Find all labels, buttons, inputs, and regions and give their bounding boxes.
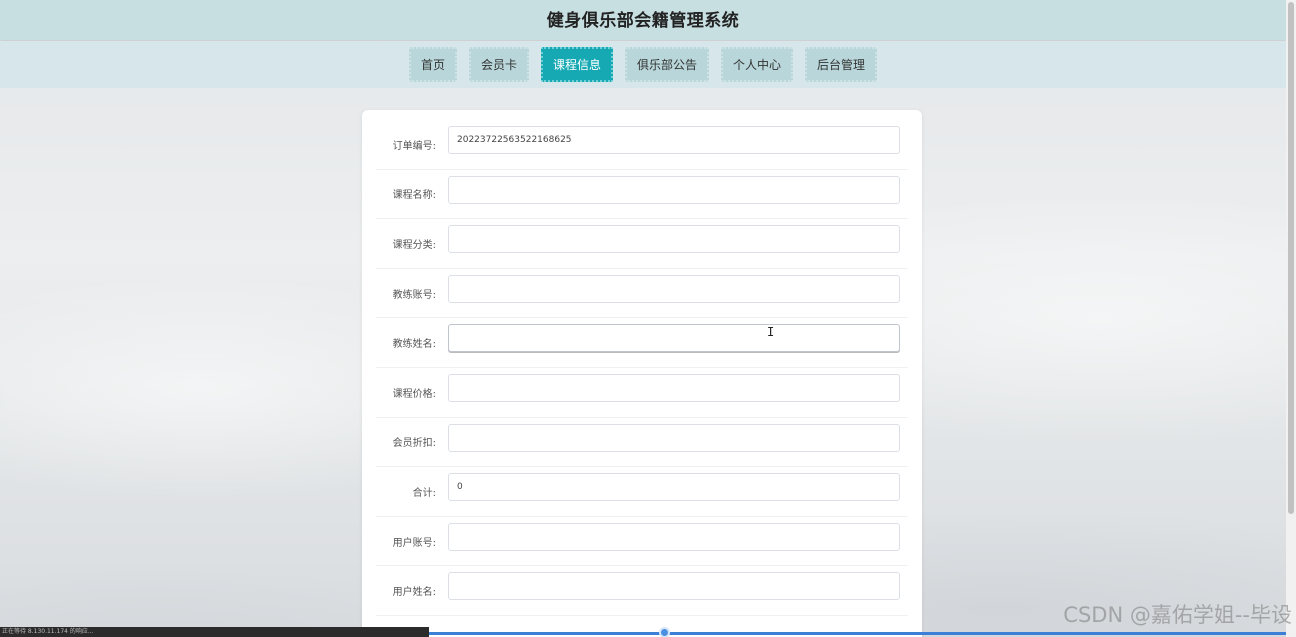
form-row-user-name: 用户姓名: bbox=[376, 566, 908, 616]
user-account-input[interactable] bbox=[448, 522, 900, 551]
video-progress-knob[interactable] bbox=[659, 627, 670, 637]
user-account-label: 用户账号: bbox=[392, 537, 436, 549]
main-nav: 首页 会员卡 课程信息 俱乐部公告 个人中心 后台管理 bbox=[0, 41, 1286, 88]
course-name-input[interactable] bbox=[448, 175, 900, 204]
page-scrollbar[interactable] bbox=[1286, 0, 1296, 637]
total-label: 合计: bbox=[412, 487, 436, 499]
nav-item-membership-card[interactable]: 会员卡 bbox=[468, 47, 529, 82]
form-row-course-price: 课程价格: bbox=[376, 368, 908, 418]
coach-account-label: 教练账号: bbox=[392, 289, 436, 301]
course-category-input[interactable] bbox=[448, 225, 900, 254]
coach-name-input[interactable] bbox=[448, 324, 900, 353]
course-price-label: 课程价格: bbox=[392, 388, 436, 400]
title-bar: 健身俱乐部会籍管理系统 bbox=[0, 0, 1286, 40]
page: 健身俱乐部会籍管理系统 首页 会员卡 课程信息 俱乐部公告 个人中心 后台管理 … bbox=[0, 0, 1296, 637]
browser-status-text: 正在等待 8.130.11.174 的响应... bbox=[0, 627, 429, 637]
course-name-label: 课程名称: bbox=[392, 190, 436, 202]
nav-item-course-info[interactable]: 课程信息 bbox=[540, 47, 613, 82]
course-price-input[interactable] bbox=[448, 374, 900, 402]
nav-item-personal-center[interactable]: 个人中心 bbox=[721, 47, 794, 82]
app-title: 健身俱乐部会籍管理系统 bbox=[546, 10, 740, 31]
user-name-input[interactable] bbox=[448, 572, 900, 601]
form-row-coach-name: 教练姓名: bbox=[376, 318, 908, 368]
nav-item-club-notice[interactable]: 俱乐部公告 bbox=[625, 47, 710, 82]
form-row-course-category: 课程分类: bbox=[376, 219, 908, 269]
order-no-input[interactable] bbox=[448, 126, 900, 154]
form-row-course-name: 课程名称: bbox=[376, 170, 908, 220]
member-discount-input[interactable] bbox=[448, 423, 900, 452]
watermark: CSDN @嘉佑学姐--毕设 bbox=[1063, 603, 1292, 627]
user-name-label: 用户姓名: bbox=[392, 587, 436, 599]
form-row-user-account: 用户账号: bbox=[376, 517, 908, 567]
scrollbar-thumb[interactable] bbox=[1288, 2, 1294, 514]
nav-item-admin[interactable]: 后台管理 bbox=[805, 47, 878, 82]
total-input[interactable] bbox=[448, 473, 900, 502]
text-cursor-icon: I bbox=[767, 325, 775, 339]
member-discount-label: 会员折扣: bbox=[392, 438, 436, 450]
nav-item-home[interactable]: 首页 bbox=[408, 47, 457, 82]
course-category-label: 课程分类: bbox=[392, 239, 436, 251]
order-no-label: 订单编号: bbox=[392, 140, 436, 152]
form-row-order-no: 订单编号: bbox=[376, 120, 908, 170]
form-row-total: 合计: bbox=[376, 467, 908, 517]
coach-name-label: 教练姓名: bbox=[392, 339, 436, 351]
form-row-coach-account: 教练账号: bbox=[376, 269, 908, 319]
form-row-member-discount: 会员折扣: bbox=[376, 418, 908, 468]
order-form: 订单编号: 课程名称: 课程分类: 教练账号: 教练姓名: 课程价格: 会员折扣… bbox=[362, 110, 922, 637]
coach-account-input[interactable] bbox=[448, 274, 900, 303]
